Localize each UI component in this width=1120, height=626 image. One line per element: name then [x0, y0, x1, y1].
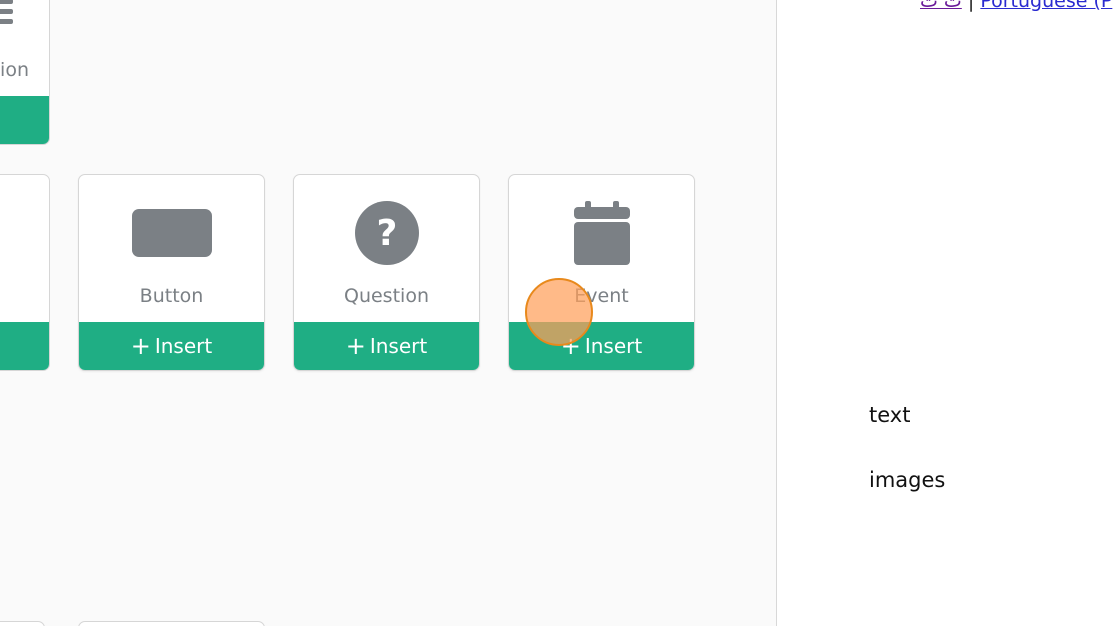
insert-button[interactable] [0, 96, 49, 144]
widget-card-label: Question [344, 285, 429, 307]
menu-item-images[interactable]: images [869, 468, 945, 492]
language-link-portuguese[interactable]: Portuguese (P [980, 0, 1112, 12]
insert-button[interactable]: + Insert [509, 322, 694, 370]
calendar-icon [573, 201, 630, 265]
widget-card-partial-bottom [78, 621, 265, 626]
plus-icon: + [130, 332, 151, 360]
insert-label: Insert [369, 334, 428, 358]
right-panel: ت ت | Portuguese (P text images [777, 0, 1120, 626]
widget-card-question: ? Question + Insert [293, 174, 480, 371]
widget-library-panel: ion Button + Insert ? Question + Insert … [0, 0, 777, 626]
widget-card-label: Button [139, 285, 204, 307]
insert-button[interactable] [0, 322, 49, 370]
text-lines-icon [0, 0, 13, 29]
menu-item-text[interactable]: text [869, 403, 910, 427]
page: ion Button + Insert ? Question + Insert … [0, 0, 1120, 626]
plus-icon: + [560, 332, 581, 360]
plus-icon: + [345, 332, 366, 360]
button-rectangle-icon [131, 209, 212, 257]
widget-card-partial-bottom [0, 621, 45, 626]
widget-card-button: Button + Insert [78, 174, 265, 371]
svg-text:?: ? [376, 213, 397, 254]
language-separator: | [967, 0, 975, 12]
widget-card-partial-left [0, 174, 50, 371]
insert-button[interactable]: + Insert [294, 322, 479, 370]
widget-card-label: Event [574, 285, 629, 307]
widget-card-event: Event + Insert [508, 174, 695, 371]
insert-button[interactable]: + Insert [79, 322, 264, 370]
insert-label: Insert [584, 334, 643, 358]
language-links: ت ت | Portuguese (P [920, 0, 1112, 12]
insert-label: Insert [154, 334, 213, 358]
widget-card-partial-top: ion [0, 0, 50, 145]
language-link[interactable]: ت ت [920, 0, 962, 12]
question-circle-icon: ? [354, 201, 419, 265]
widget-card-label: ion [0, 59, 29, 81]
